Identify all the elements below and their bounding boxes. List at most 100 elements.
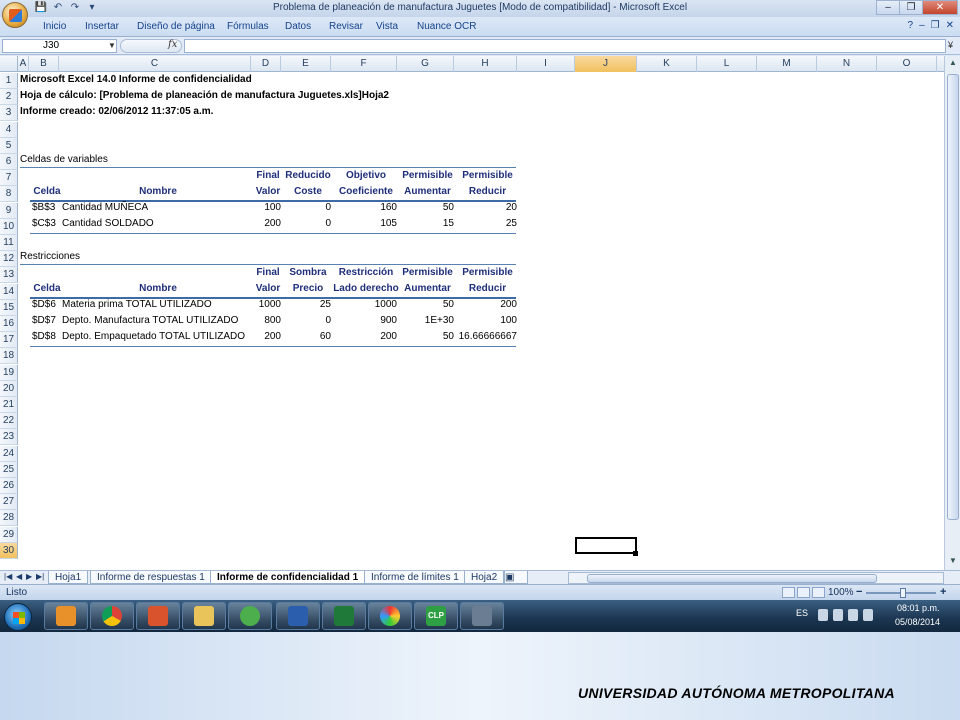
row-header-18[interactable]: 18 [0,348,18,365]
sheet-tab-hoja1[interactable]: Hoja1 [48,571,89,584]
column-header-i[interactable]: I [517,56,575,72]
volume-icon[interactable] [863,609,873,621]
select-all-corner[interactable] [0,56,18,72]
column-header-l[interactable]: L [697,56,757,72]
tray-arrow-icon[interactable] [818,609,828,621]
tab-nuance-ocr[interactable]: Nuance OCR [417,21,476,32]
taskbar-clp[interactable]: CLP [414,602,458,630]
row-header-27[interactable]: 27 [0,494,18,511]
column-header-n[interactable]: N [817,56,877,72]
sheet-tab-informe-limites[interactable]: Informe de límites 1 [364,571,466,584]
clock-date[interactable]: 05/08/2014 [895,617,940,627]
taskbar-calculator[interactable] [460,602,504,630]
taskbar-media-player[interactable] [44,602,88,630]
row-header-28[interactable]: 28 [0,510,18,527]
taskbar-chrome[interactable] [90,602,134,630]
column-header-f[interactable]: F [331,56,397,72]
fill-handle[interactable] [633,551,638,556]
sheet-tab-informe-respuestas[interactable]: Informe de respuestas 1 [90,571,212,584]
tab-inicio[interactable]: Inicio [43,21,66,32]
formula-input[interactable] [184,39,946,53]
row-header-4[interactable]: 4 [0,121,18,138]
zoom-slider-knob[interactable] [900,588,906,598]
row-header-3[interactable]: 3 [0,105,18,122]
row-header-19[interactable]: 19 [0,364,18,381]
taskbar-word[interactable] [276,602,320,630]
workbook-restore-button[interactable]: ❐ [931,20,940,31]
name-box-dropdown-icon[interactable]: ▼ [108,41,116,50]
column-header-o[interactable]: O [877,56,937,72]
sheet-tab-hoja2[interactable]: Hoja2 [464,571,505,584]
language-indicator[interactable]: ES [796,608,808,618]
help-icon[interactable]: ? [908,20,914,31]
scroll-up-icon[interactable]: ▲ [947,58,959,70]
horizontal-scroll-thumb[interactable] [587,574,877,583]
office-button[interactable] [2,2,28,28]
row-header-15[interactable]: 15 [0,299,18,316]
row-header-5[interactable]: 5 [0,137,18,154]
page-break-view-icon[interactable] [812,587,825,598]
column-header-j[interactable]: J [575,56,637,72]
vertical-scroll-thumb[interactable] [947,74,959,520]
row-header-12[interactable]: 12 [0,251,18,268]
column-header-b[interactable]: B [29,56,59,72]
row-header-24[interactable]: 24 [0,445,18,462]
expand-formula-bar-icon[interactable]: ¥ [948,40,953,50]
tab-revisar[interactable]: Revisar [329,21,363,32]
last-sheet-icon[interactable]: ▶| [36,572,44,581]
taskbar-paint[interactable] [368,602,412,630]
taskbar-excel[interactable] [322,602,366,630]
column-header-k[interactable]: K [637,56,697,72]
start-button[interactable] [4,603,32,631]
row-header-22[interactable]: 22 [0,413,18,430]
row-header-17[interactable]: 17 [0,332,18,349]
clock-time[interactable]: 08:01 p.m. [897,603,940,613]
workbook-close-button[interactable]: ✕ [946,20,954,31]
row-header-23[interactable]: 23 [0,429,18,446]
column-header-h[interactable]: H [454,56,517,72]
row-header-8[interactable]: 8 [0,186,18,203]
row-header-9[interactable]: 9 [0,202,18,219]
taskbar-office[interactable] [136,602,180,630]
tab-datos[interactable]: Datos [285,21,311,32]
prev-sheet-icon[interactable]: ◀ [16,572,22,581]
row-header-1[interactable]: 1 [0,73,18,89]
row-header-2[interactable]: 2 [0,89,18,106]
minimize-button[interactable]: – [876,0,900,15]
scroll-down-icon[interactable]: ▼ [947,556,959,568]
vertical-scrollbar[interactable]: ▲ ▼ [944,56,960,570]
tab-vista[interactable]: Vista [376,21,398,32]
tab-formulas[interactable]: Fórmulas [227,21,269,32]
next-sheet-icon[interactable]: ▶ [26,572,32,581]
close-button[interactable]: ✕ [922,0,958,15]
workbook-minimize-button[interactable]: – [919,20,925,31]
row-header-14[interactable]: 14 [0,283,18,300]
tab-insertar[interactable]: Insertar [85,21,119,32]
battery-icon[interactable] [848,609,858,621]
row-header-29[interactable]: 29 [0,526,18,543]
column-header-d[interactable]: D [251,56,281,72]
row-header-10[interactable]: 10 [0,218,18,235]
restore-button[interactable]: ❐ [899,0,923,15]
taskbar-explorer[interactable] [182,602,226,630]
row-header-7[interactable]: 7 [0,170,18,187]
column-header-e[interactable]: E [281,56,331,72]
row-header-11[interactable]: 11 [0,235,18,251]
name-box[interactable]: J30 [2,39,117,53]
network-icon[interactable] [833,609,843,621]
insert-function-icon[interactable]: fx [168,39,177,50]
row-header-6[interactable]: 6 [0,154,18,170]
row-header-20[interactable]: 20 [0,380,18,397]
zoom-in-icon[interactable]: + [940,586,946,598]
worksheet-grid[interactable]: ABCDEFGHIJKLMNO 1 2 3 4 5 6 7 8 9 10 11 12 13 14 15 16 1… [0,56,944,570]
row-header-26[interactable]: 26 [0,478,18,494]
row-header-30[interactable]: 30 [0,542,18,559]
row-header-13[interactable]: 13 [0,267,18,284]
normal-view-icon[interactable] [782,587,795,598]
tab-diseno-pagina[interactable]: Diseño de página [137,21,215,32]
row-header-25[interactable]: 25 [0,461,18,478]
zoom-level[interactable]: 100% [828,587,854,598]
page-layout-view-icon[interactable] [797,587,810,598]
column-header-m[interactable]: M [757,56,817,72]
zoom-out-icon[interactable]: − [856,586,862,598]
